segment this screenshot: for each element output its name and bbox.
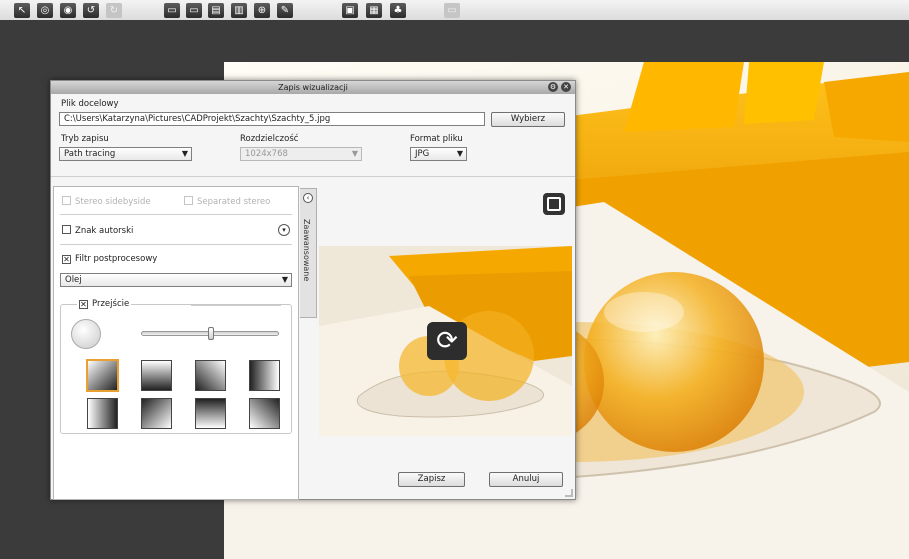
checkbox-box: ✕ — [62, 255, 71, 264]
fullscreen-preview-icon[interactable] — [543, 193, 565, 215]
save-visualization-dialog: Zapis wizualizacji ⚙ ✕ Plik docelowy C:\… — [50, 80, 576, 500]
dialog-title: Zapis wizualizacji — [278, 83, 348, 92]
gradient-swatch[interactable] — [141, 360, 172, 391]
advanced-tab-label: Zaawansowane — [302, 219, 311, 282]
resolution-label: Rozdzielczość — [240, 134, 299, 144]
gradient-swatch[interactable] — [141, 398, 172, 429]
save-mode-select[interactable]: Path tracing ▼ — [59, 147, 192, 161]
stereo-label: Stereo sidebyside — [75, 197, 151, 207]
file-format-label: Format pliku — [410, 134, 463, 144]
chevron-down-icon: ▼ — [281, 275, 288, 284]
resize-grip-icon[interactable] — [565, 489, 573, 497]
save-mode-label: Tryb zapisu — [61, 134, 109, 144]
gradient-swatch[interactable] — [249, 360, 280, 391]
resolution-select[interactable]: 1024x768 ▼ — [240, 147, 362, 161]
gradient-swatch[interactable] — [87, 398, 118, 429]
save-mode-value: Path tracing — [64, 149, 116, 159]
view-3d-icon[interactable]: ▣ — [342, 3, 358, 18]
chevron-down-icon: ▼ — [351, 149, 358, 158]
wall-view-icon[interactable]: ▦ — [366, 3, 382, 18]
divider — [60, 244, 292, 245]
web-icon[interactable]: ⊕ — [254, 3, 270, 18]
transition-label: Przejście — [92, 299, 130, 309]
target-file-field[interactable]: C:\Users\Katarzyna\Pictures\CADProjekt\S… — [59, 112, 485, 126]
main-toolbar: ↖ ◎ ◉ ↺ ↻ ▭ ▭ ▤ ▥ ⊕ ✎ ▣ ▦ ♣ ▭ — [0, 0, 909, 20]
chevron-down-icon: ▼ — [456, 149, 463, 158]
divider — [51, 176, 575, 177]
slider-thumb[interactable] — [208, 327, 214, 340]
print-icon[interactable]: ▥ — [231, 3, 247, 18]
file-format-value: JPG — [415, 149, 430, 159]
redo-icon[interactable]: ↻ — [106, 3, 122, 18]
checkbox-box — [184, 196, 193, 205]
resolution-value: 1024x768 — [245, 149, 288, 159]
save-as-icon[interactable]: ▭ — [186, 3, 202, 18]
checkbox-box — [62, 225, 71, 234]
save-icon[interactable]: ▭ — [164, 3, 180, 18]
file-format-select[interactable]: JPG ▼ — [410, 147, 467, 161]
filter-type-select[interactable]: Olej ▼ — [60, 273, 292, 287]
edit-icon[interactable]: ✎ — [277, 3, 293, 18]
chevron-down-icon: ▼ — [181, 149, 188, 158]
open-icon[interactable]: ▤ — [208, 3, 224, 18]
postprocess-filter-label: Filtr postprocesowy — [75, 254, 158, 264]
plant-icon[interactable]: ♣ — [390, 3, 406, 18]
gradient-swatch-selected[interactable] — [87, 360, 118, 391]
settings-icon[interactable]: ⚙ — [548, 82, 558, 92]
gradient-swatch[interactable] — [249, 398, 280, 429]
gradient-swatch[interactable] — [195, 398, 226, 429]
stereo-sidebyside-checkbox[interactable]: Stereo sidebyside — [62, 196, 151, 207]
save-button[interactable]: Zapisz — [398, 472, 465, 487]
advanced-panel: Stereo sidebyside Separated stereo Znak … — [53, 186, 299, 500]
refresh-icon[interactable]: ⟳ — [427, 322, 467, 360]
target-file-label: Plik docelowy — [61, 99, 119, 109]
undo-icon[interactable]: ↺ — [83, 3, 99, 18]
transition-checkbox[interactable]: ✕ Przejście — [77, 299, 132, 309]
view-eye-icon[interactable]: ◉ — [60, 3, 76, 18]
render-preview: ⟳ — [319, 246, 572, 436]
checkbox-box — [62, 196, 71, 205]
collapse-chevron-icon[interactable]: ‹ — [303, 193, 313, 203]
orbit-icon[interactable]: ◎ — [37, 3, 53, 18]
divider — [60, 214, 292, 215]
gradient-swatch[interactable] — [195, 360, 226, 391]
separated-label: Separated stereo — [197, 197, 271, 207]
screen-icon[interactable]: ▭ — [444, 3, 460, 18]
watermark-label: Znak autorski — [75, 226, 134, 236]
dialog-titlebar[interactable]: Zapis wizualizacji ⚙ ✕ — [51, 81, 575, 94]
cancel-button[interactable]: Anuluj — [489, 472, 563, 487]
filter-type-value: Olej — [65, 275, 82, 285]
close-icon[interactable]: ✕ — [561, 82, 571, 92]
transition-group: ✕ Przejście — [60, 299, 292, 434]
advanced-side-tab[interactable]: ‹ Zaawansowane — [300, 188, 317, 318]
checkbox-box: ✕ — [79, 300, 88, 309]
expand-chevron-icon[interactable]: ▾ — [278, 224, 290, 236]
separated-stereo-checkbox[interactable]: Separated stereo — [184, 196, 270, 207]
postprocess-filter-checkbox[interactable]: ✕ Filtr postprocesowy — [62, 254, 157, 264]
watermark-checkbox[interactable]: Znak autorski — [62, 225, 133, 236]
select-tool-icon[interactable]: ↖ — [14, 3, 30, 18]
angle-dial[interactable] — [71, 319, 101, 349]
transition-slider[interactable] — [141, 327, 279, 340]
divider — [191, 305, 281, 306]
choose-button[interactable]: Wybierz — [491, 112, 565, 127]
